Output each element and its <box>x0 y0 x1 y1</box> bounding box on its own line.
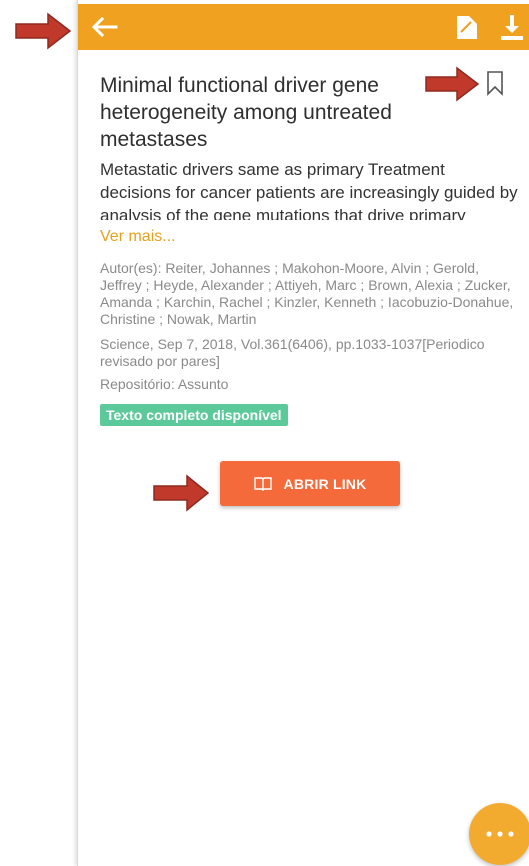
more-options-fab[interactable] <box>469 803 529 865</box>
open-link-label: ABRIR LINK <box>283 475 367 492</box>
open-link-button[interactable]: ABRIR LINK <box>220 461 400 506</box>
article-detail-panel: Minimal functional driver gene heterogen… <box>77 0 529 866</box>
article-abstract: Metastatic drivers same as primary Treat… <box>100 160 518 220</box>
full-text-badge: Texto completo disponível <box>100 404 288 426</box>
download-icon[interactable] <box>498 12 526 42</box>
book-open-icon <box>253 476 272 491</box>
article-title: Minimal functional driver gene heterogen… <box>100 74 392 151</box>
annotation-arrow-bookmark <box>425 66 480 102</box>
top-app-bar <box>78 4 529 50</box>
see-more-link[interactable]: Ver mais... <box>100 228 176 246</box>
more-dots-icon <box>486 831 514 837</box>
annotation-arrow-open-link <box>153 474 210 512</box>
article-repository: Repositório: Assunto <box>100 376 229 392</box>
document-edit-icon[interactable] <box>453 12 481 42</box>
article-source: Science, Sep 7, 2018, Vol.361(6406), pp.… <box>100 336 485 369</box>
arrow-left-icon[interactable] <box>90 15 118 39</box>
outer-background <box>0 0 78 866</box>
bookmark-icon[interactable] <box>486 70 504 96</box>
annotation-arrow-back <box>15 12 72 50</box>
article-authors: Autor(es): Reiter, Johannes ; Makohon-Mo… <box>100 260 514 327</box>
